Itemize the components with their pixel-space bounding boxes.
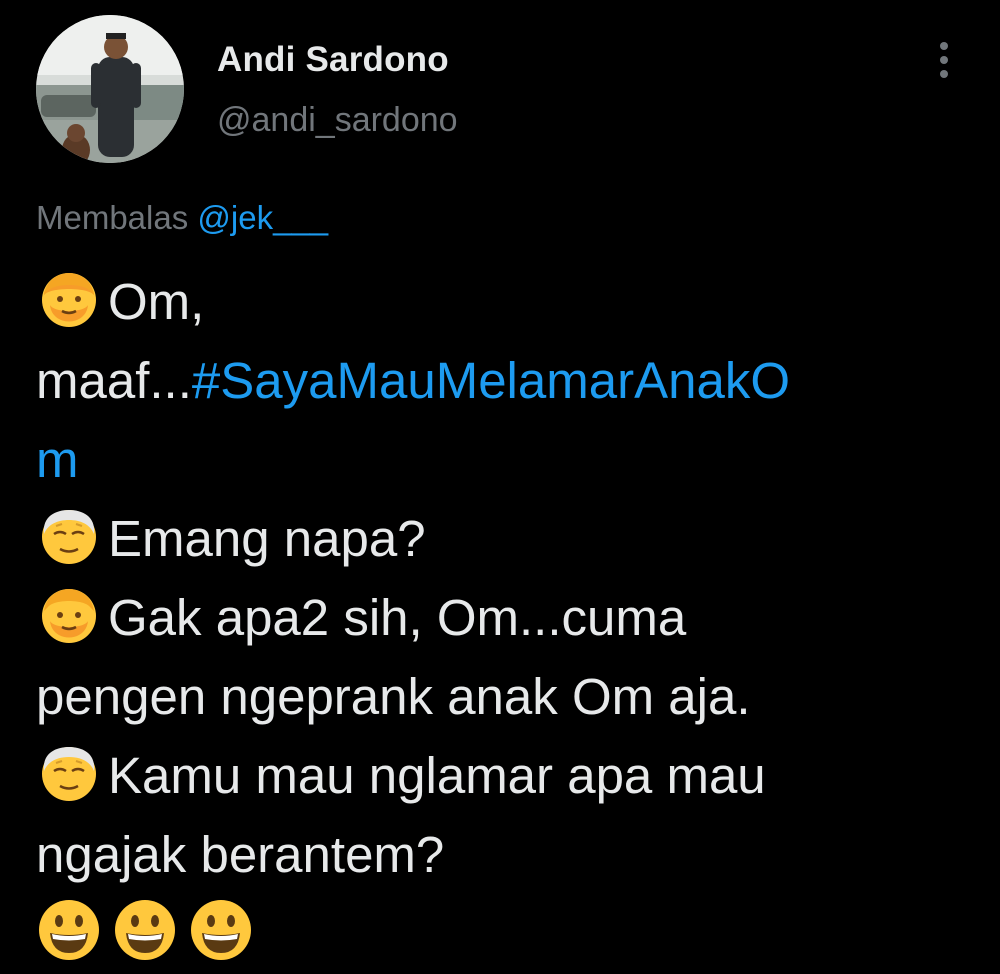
person-blond-beard-emoji	[36, 581, 102, 647]
body-line-7: Kamu mau nglamar apa mau	[108, 747, 766, 804]
text-line: Emang napa?	[36, 499, 976, 578]
tweet-text: Om, maaf...#SayaMauMelamarAnakO m Emang …	[36, 262, 976, 973]
tweet: Andi Sardono @andi_sardono Membalas @jek…	[0, 0, 1000, 974]
more-options-icon[interactable]	[926, 38, 962, 82]
hashtag-link-continued[interactable]: m	[36, 431, 78, 488]
dot	[940, 70, 948, 78]
avatar[interactable]	[36, 15, 184, 163]
replying-to: Membalas @jek___	[36, 199, 328, 237]
display-name[interactable]: Andi Sardono	[217, 40, 449, 80]
older-man-emoji	[36, 739, 102, 805]
text-line: ngajak berantem?	[36, 815, 976, 894]
text-line	[36, 894, 976, 973]
hashtag-link[interactable]: #SayaMauMelamarAnakO	[192, 352, 790, 409]
body-line-1: Om,	[108, 273, 205, 330]
text-line: maaf...#SayaMauMelamarAnakO	[36, 341, 976, 420]
user-handle[interactable]: @andi_sardono	[217, 101, 458, 140]
text-line: Kamu mau nglamar apa mau	[36, 736, 976, 815]
dot	[940, 42, 948, 50]
older-man-emoji	[36, 502, 102, 568]
dot	[940, 56, 948, 64]
body-line-5: Gak apa2 sih, Om...cuma	[108, 589, 687, 646]
avatar-photo	[36, 15, 184, 163]
text-line: Gak apa2 sih, Om...cuma	[36, 578, 976, 657]
grinning-face-emoji	[36, 897, 102, 963]
text-line: m	[36, 420, 976, 499]
replying-to-label: Membalas	[36, 199, 189, 236]
text-line: Om,	[36, 262, 976, 341]
person-blond-beard-emoji	[36, 265, 102, 331]
grinning-face-emoji	[188, 897, 254, 963]
text-line: pengen ngeprank anak Om aja.	[36, 657, 976, 736]
reply-mention-link[interactable]: @jek___	[197, 199, 328, 236]
body-line-4: Emang napa?	[108, 510, 426, 567]
body-line-2: maaf...	[36, 352, 192, 409]
body-line-6: pengen ngeprank anak Om aja.	[36, 668, 751, 725]
grinning-face-emoji	[112, 897, 178, 963]
body-line-8: ngajak berantem?	[36, 826, 445, 883]
